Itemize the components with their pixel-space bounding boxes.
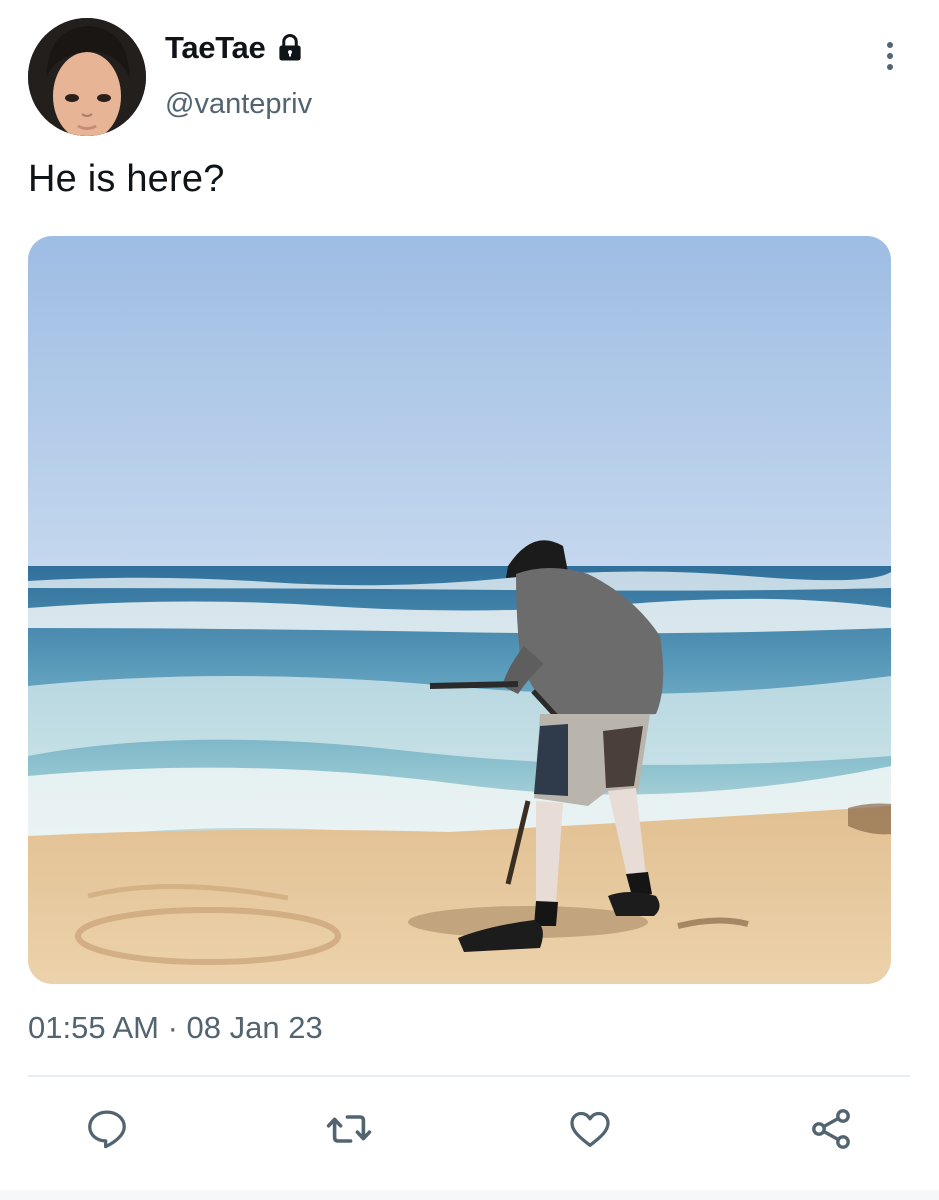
retweet-button[interactable] [324,1104,374,1154]
heart-icon [570,1111,610,1147]
reply-icon [88,1110,126,1149]
share-button[interactable] [806,1104,856,1154]
user-name-row[interactable]: TaeTae [165,30,307,66]
more-dot-icon [887,42,893,48]
retweet-icon [326,1115,372,1143]
reply-button[interactable] [82,1104,132,1154]
more-dot-icon [887,53,893,59]
divider [28,1075,910,1077]
more-options-button[interactable] [872,36,908,76]
user-handle[interactable]: @vantepriv [165,88,312,121]
lock-icon [273,31,307,65]
share-icon [812,1109,850,1149]
more-dot-icon [887,64,893,70]
beach-photo [28,236,891,984]
tweet-text: He is here? [28,158,225,200]
like-button[interactable] [565,1104,615,1154]
tweet-media[interactable] [28,236,891,984]
display-name[interactable]: TaeTae [165,30,266,66]
profile-photo [28,18,146,136]
avatar[interactable] [28,18,146,136]
tweet-timestamp[interactable]: 01:55 AM · 08 Jan 23 [28,1010,323,1046]
bottom-divider [0,1190,939,1200]
